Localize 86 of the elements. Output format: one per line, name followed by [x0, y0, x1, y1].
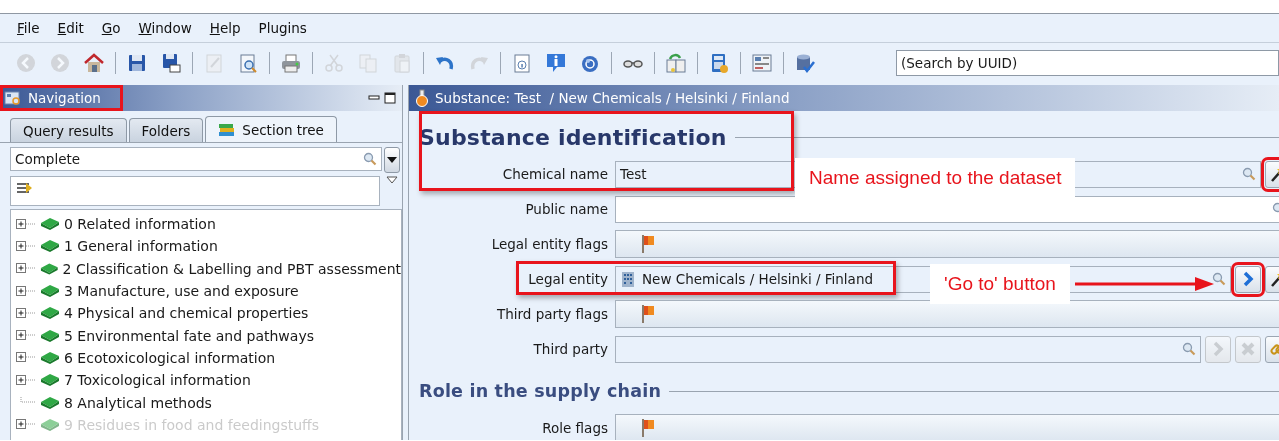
report-icon[interactable]	[751, 52, 773, 74]
tab[interactable]: Section tree	[205, 116, 337, 142]
flag-icon[interactable]	[640, 304, 656, 324]
panel-title: Navigation	[28, 90, 101, 106]
building-icon	[620, 270, 636, 288]
section-heading: Role in the supply chain	[419, 381, 662, 401]
tab[interactable]: Folders	[128, 118, 204, 142]
field-label: Chemical name	[501, 166, 608, 182]
navigation-icon	[4, 90, 22, 106]
expand-icon[interactable]	[16, 240, 36, 252]
tree-item[interactable]: 2 Classification & Labelling and PBT assessment	[62, 260, 401, 277]
filter-icon	[16, 180, 34, 196]
flags-field[interactable]	[615, 414, 1279, 440]
dropdown-icon[interactable]	[386, 176, 398, 184]
tree-item[interactable]: 3 Manufacture, use and exposure	[64, 283, 299, 300]
menu-item[interactable]: Plugins	[249, 20, 316, 36]
book-icon	[40, 261, 59, 276]
book-icon	[40, 328, 60, 343]
field-label: Role flags	[541, 420, 608, 436]
tree-item[interactable]: 8 Analytical methods	[64, 394, 212, 411]
chevron-right-icon	[1241, 271, 1255, 287]
book-icon	[40, 239, 60, 254]
book-icon	[40, 217, 60, 232]
menu-item[interactable]: Edit	[48, 20, 93, 36]
tree-item[interactable]: 0 Related information	[64, 216, 216, 233]
cross-icon	[1240, 341, 1256, 357]
menu-item[interactable]: Window	[129, 20, 201, 36]
editor-title: Substance: Test / New Chemicals / Helsinki / Finland	[435, 90, 790, 106]
search-icon[interactable]	[1182, 342, 1196, 356]
book-icon	[40, 306, 60, 321]
export-icon[interactable]	[665, 52, 687, 74]
annotation-tooltip: 'Go to' button	[930, 264, 1070, 304]
flag-icon[interactable]	[640, 418, 656, 438]
tab[interactable]: Query results	[10, 118, 127, 142]
reference-field[interactable]	[615, 335, 1201, 363]
field-label: Public name	[524, 201, 608, 217]
filter-field[interactable]	[10, 176, 380, 206]
expand-icon[interactable]	[16, 352, 36, 364]
expand-icon[interactable]	[16, 374, 36, 386]
flask-icon	[415, 89, 429, 107]
document-magnifier-icon[interactable]	[237, 52, 259, 74]
printer-icon[interactable]	[280, 52, 302, 74]
tree-item[interactable]: 4 Physical and chemical properties	[64, 305, 309, 322]
book-icon	[40, 373, 60, 388]
maximize-icon[interactable]	[384, 92, 396, 104]
home-icon[interactable]	[83, 52, 105, 74]
flags-field[interactable]	[615, 300, 1279, 328]
expand-icon[interactable]	[16, 307, 36, 319]
expand-icon[interactable]	[16, 263, 36, 275]
book-icon	[40, 417, 60, 432]
search-icon[interactable]	[363, 152, 377, 166]
database-icon[interactable]	[794, 52, 816, 74]
document-info-icon[interactable]	[511, 52, 533, 74]
field-label: Legal entity flags	[490, 236, 608, 252]
books-icon	[218, 121, 237, 138]
book-icon	[40, 284, 60, 299]
dropdown-button[interactable]	[384, 147, 400, 173]
flags-field[interactable]	[615, 230, 1279, 258]
field-label: Legal entity	[527, 271, 608, 287]
search-field[interactable]: (Search by UUID)	[896, 50, 1279, 76]
chevron-right-icon	[1211, 341, 1225, 357]
tree-item[interactable]: 7 Toxicological information	[64, 372, 251, 389]
book-icon	[40, 395, 60, 410]
search-icon[interactable]	[1242, 167, 1256, 181]
info-icon[interactable]	[545, 52, 567, 74]
save-icon[interactable]	[126, 52, 148, 74]
field-label: Third party	[532, 341, 608, 357]
tree-item[interactable]: 6 Ecotoxicological information	[64, 349, 276, 366]
save-as-icon[interactable]	[160, 52, 182, 74]
annotation-tooltip: Name assigned to the dataset	[795, 158, 1076, 198]
search-icon[interactable]	[1212, 272, 1226, 286]
menu-item[interactable]: Help	[200, 20, 250, 36]
filter-combo[interactable]: Complete	[10, 147, 382, 171]
menu-item[interactable]: File	[8, 20, 49, 36]
expand-icon[interactable]	[16, 218, 36, 230]
tree-item[interactable]: 5 Environmental fate and pathways	[64, 327, 314, 344]
section-heading: Substance identification	[419, 124, 727, 150]
text-field[interactable]	[615, 195, 1279, 223]
book-icon	[40, 350, 60, 365]
menu-item[interactable]: Go	[92, 20, 130, 36]
expand-icon[interactable]	[16, 330, 36, 342]
tree-item[interactable]: 1 General information	[64, 238, 218, 255]
expand-icon[interactable]	[16, 285, 36, 297]
flag-icon[interactable]	[640, 234, 656, 254]
caret-icon	[387, 157, 397, 163]
field-label: Third party flags	[495, 306, 608, 322]
